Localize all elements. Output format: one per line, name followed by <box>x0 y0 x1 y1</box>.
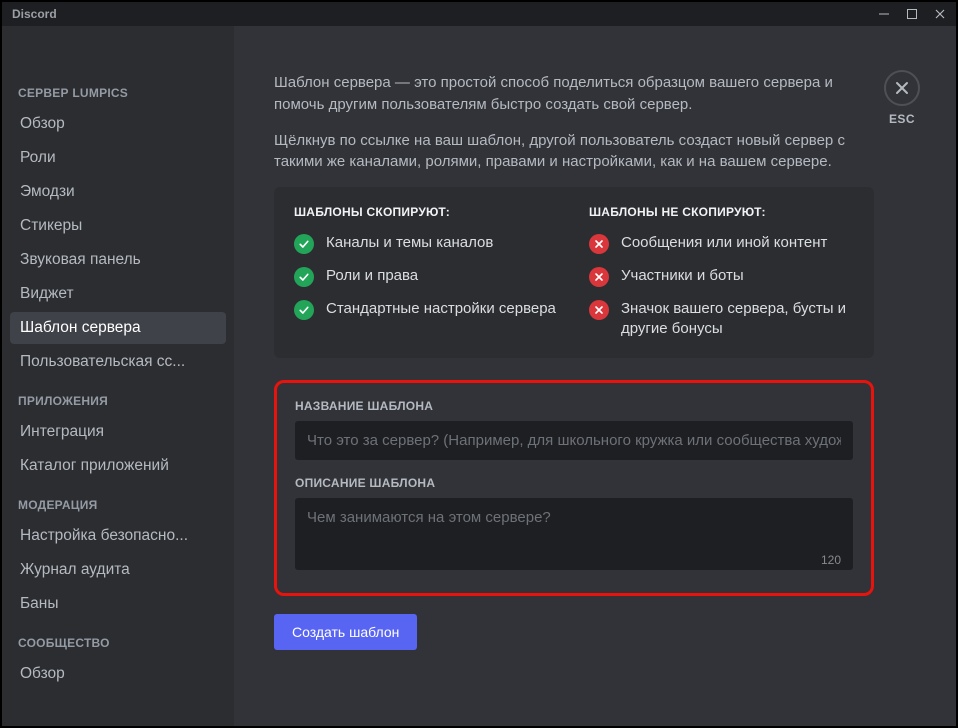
will-copy-item: Роли и права <box>294 266 559 287</box>
item-text: Стандартные настройки сервера <box>326 299 556 319</box>
esc-label: ESC <box>884 112 920 126</box>
intro-text-2: Щёлкнув по ссылке на ваш шаблон, другой … <box>274 130 874 174</box>
wont-copy-item: Участники и боты <box>589 266 854 287</box>
sidebar-section-heading: ПРИЛОЖЕНИЯ <box>10 388 226 414</box>
sidebar-item[interactable]: Журнал аудита <box>10 554 226 586</box>
template-name-label: НАЗВАНИЕ ШАБЛОНА <box>295 399 853 413</box>
char-counter: 120 <box>821 553 841 567</box>
titlebar: Discord <box>2 2 956 26</box>
sidebar-item[interactable]: Интеграция <box>10 416 226 448</box>
settings-sidebar: СЕРВЕР LUMPICSОбзорРолиЭмодзиСтикерыЗвук… <box>2 26 234 726</box>
close-settings-button[interactable]: ESC <box>884 70 920 126</box>
sidebar-item[interactable]: Стикеры <box>10 210 226 242</box>
intro-text-1: Шаблон сервера — это простой способ поде… <box>274 72 874 116</box>
sidebar-item[interactable]: Звуковая панель <box>10 244 226 276</box>
template-desc-label: ОПИСАНИЕ ШАБЛОНА <box>295 476 853 490</box>
wont-copy-item: Сообщения или иной контент <box>589 233 854 254</box>
minimize-button[interactable] <box>870 3 898 25</box>
close-icon <box>884 70 920 106</box>
close-window-button[interactable] <box>926 3 954 25</box>
template-form-highlight: НАЗВАНИЕ ШАБЛОНА ОПИСАНИЕ ШАБЛОНА 120 <box>274 380 874 596</box>
will-copy-item: Каналы и темы каналов <box>294 233 559 254</box>
item-text: Значок вашего сервера, бусты и другие бо… <box>621 299 854 338</box>
maximize-button[interactable] <box>898 3 926 25</box>
item-text: Роли и права <box>326 266 418 286</box>
settings-main: ESC Шаблон сервера — это простой способ … <box>234 26 956 726</box>
check-icon <box>294 234 314 254</box>
cross-icon <box>589 300 609 320</box>
app-title: Discord <box>12 7 57 21</box>
sidebar-section-heading: СООБЩЕСТВО <box>10 630 226 656</box>
check-icon <box>294 267 314 287</box>
sidebar-item[interactable]: Пользовательская сс... <box>10 346 226 378</box>
sidebar-item[interactable]: Обзор <box>10 108 226 140</box>
sidebar-section-heading: СЕРВЕР LUMPICS <box>10 80 226 106</box>
sidebar-item[interactable]: Виджет <box>10 278 226 310</box>
item-text: Сообщения или иной контент <box>621 233 827 253</box>
will-copy-item: Стандартные настройки сервера <box>294 299 559 320</box>
sidebar-section-heading: МОДЕРАЦИЯ <box>10 492 226 518</box>
window-controls <box>870 3 954 25</box>
template-desc-input[interactable] <box>295 498 853 570</box>
sidebar-item[interactable]: Каталог приложений <box>10 450 226 482</box>
will-copy-heading: ШАБЛОНЫ СКОПИРУЮТ: <box>294 205 559 219</box>
sidebar-item[interactable]: Роли <box>10 142 226 174</box>
wont-copy-item: Значок вашего сервера, бусты и другие бо… <box>589 299 854 338</box>
item-text: Участники и боты <box>621 266 744 286</box>
sidebar-item[interactable]: Эмодзи <box>10 176 226 208</box>
check-icon <box>294 300 314 320</box>
sidebar-item[interactable]: Настройка безопасно... <box>10 520 226 552</box>
sidebar-item[interactable]: Шаблон сервера <box>10 312 226 344</box>
create-template-button[interactable]: Создать шаблон <box>274 614 417 650</box>
sidebar-item[interactable]: Баны <box>10 588 226 620</box>
item-text: Каналы и темы каналов <box>326 233 493 253</box>
cross-icon <box>589 234 609 254</box>
template-name-input[interactable] <box>295 421 853 460</box>
template-info-box: ШАБЛОНЫ СКОПИРУЮТ: Каналы и темы каналов… <box>274 187 874 358</box>
sidebar-item[interactable]: Обзор <box>10 658 226 690</box>
wont-copy-heading: ШАБЛОНЫ НЕ СКОПИРУЮТ: <box>589 205 854 219</box>
cross-icon <box>589 267 609 287</box>
